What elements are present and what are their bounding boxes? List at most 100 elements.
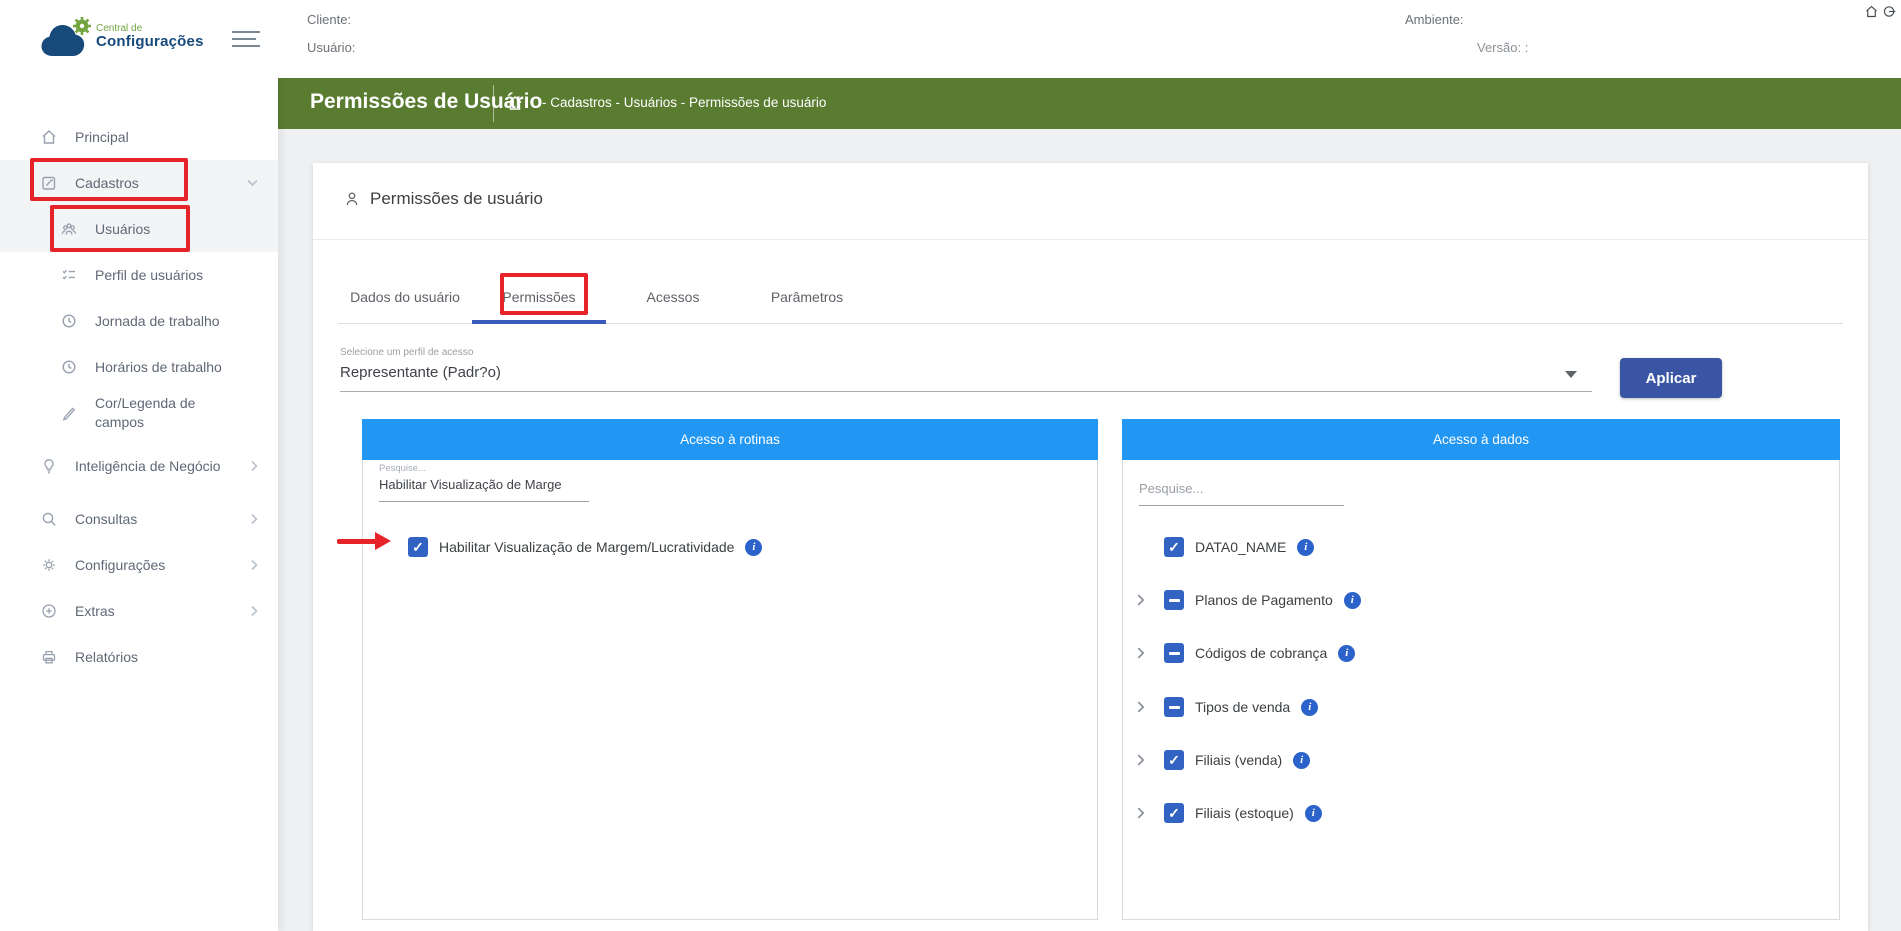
- sidebar-item-configuracoes[interactable]: Configurações: [0, 542, 278, 588]
- card-heading: Permissões de usuário: [343, 189, 543, 209]
- expand-chevron-icon[interactable]: [1137, 594, 1151, 606]
- chevron-right-icon: [251, 560, 258, 571]
- sidebar-item-perfil-de-usuarios[interactable]: Perfil de usuários: [0, 252, 278, 298]
- sidebar-item-label: Jornada de trabalho: [95, 312, 245, 331]
- data-row-filiais-estoque: Filiais (estoque) i: [1137, 801, 1322, 825]
- chevron-right-icon: [251, 606, 258, 617]
- environment-label: Ambiente:: [1405, 12, 1464, 27]
- routines-panel: Acesso à rotinas Pesquise... Habilitar V…: [362, 419, 1098, 920]
- search-icon: [40, 510, 58, 528]
- checkbox-indeterminate[interactable]: [1164, 643, 1184, 663]
- info-icon[interactable]: i: [1301, 699, 1318, 716]
- client-label: Cliente:: [307, 12, 351, 27]
- expand-chevron-icon[interactable]: [1137, 647, 1151, 659]
- sidebar-item-usuarios[interactable]: Usuários: [0, 206, 278, 252]
- chevron-down-icon: [247, 180, 258, 187]
- routines-search-field: [379, 476, 589, 502]
- profile-select-label: Selecione um perfil de acesso: [340, 347, 473, 358]
- profile-select-value[interactable]: Representante (Padr?o): [340, 364, 501, 381]
- users-group-icon: [60, 220, 78, 238]
- data-row-planos-de-pagamento: Planos de Pagamento i: [1137, 588, 1361, 612]
- data-search-input[interactable]: [1139, 481, 1344, 496]
- annotation-arrow: [337, 532, 393, 550]
- info-icon[interactable]: i: [1305, 805, 1322, 822]
- data-panel: Acesso à dados DATA0_NAME i Planos de Pa…: [1122, 419, 1840, 920]
- sidebar-item-cadastros[interactable]: Cadastros: [0, 160, 278, 206]
- tab-bar: Dados do usuário Permissões Acessos Parâ…: [338, 273, 1843, 324]
- routines-panel-title: Acesso à rotinas: [362, 419, 1098, 460]
- data-row-data0-name: DATA0_NAME i: [1137, 535, 1314, 559]
- data-row-filiais-venda: Filiais (venda) i: [1137, 748, 1310, 772]
- checkbox-checked[interactable]: [1164, 750, 1184, 770]
- info-icon[interactable]: i: [1297, 539, 1314, 556]
- checkbox-checked[interactable]: [1164, 537, 1184, 557]
- window-corner-icons: [1864, 4, 1897, 19]
- sidebar-item-label: Cadastros: [75, 174, 225, 193]
- sidebar-item-label: Perfil de usuários: [95, 266, 245, 285]
- breadcrumb-home-icon[interactable]: [506, 94, 524, 112]
- info-icon[interactable]: i: [1338, 645, 1355, 662]
- checkbox-checked[interactable]: [1164, 803, 1184, 823]
- tab-permissoes[interactable]: Permissões: [472, 273, 606, 324]
- logo-text: Central de Configurações: [96, 23, 204, 51]
- data-panel-title: Acesso à dados: [1122, 419, 1840, 460]
- top-bar: Central de Configurações Cliente: Usuári…: [0, 0, 1901, 78]
- breadcrumb: - Cadastros - Usuários - Permissões de u…: [542, 95, 826, 110]
- apply-button[interactable]: Aplicar: [1620, 358, 1722, 398]
- tab-acessos[interactable]: Acessos: [606, 273, 740, 324]
- heading-divider: [313, 239, 1868, 240]
- info-icon[interactable]: i: [1344, 592, 1361, 609]
- data-item-label: DATA0_NAME: [1195, 539, 1286, 555]
- expand-chevron-icon[interactable]: [1137, 754, 1151, 766]
- app-logo[interactable]: Central de Configurações: [38, 14, 204, 60]
- page-header: Permissões de Usuário - Cadastros - Usuá…: [278, 78, 1901, 129]
- pencil-icon: [60, 404, 78, 422]
- sidebar-expanded-section: Cadastros Usuários: [0, 160, 278, 252]
- checkbox-checked[interactable]: [408, 537, 428, 557]
- data-item-label: Filiais (estoque): [1195, 805, 1294, 821]
- menu-toggle-icon[interactable]: [232, 31, 260, 47]
- sidebar-item-label: Principal: [75, 128, 225, 147]
- person-icon: [343, 190, 361, 208]
- routines-search-input[interactable]: [379, 477, 589, 492]
- sidebar-item-principal[interactable]: Principal: [0, 114, 278, 160]
- clock-icon: [60, 358, 78, 376]
- sidebar-item-extras[interactable]: Extras: [0, 588, 278, 634]
- sidebar-item-cor-legenda-de-campos[interactable]: Cor/Legenda de campos: [0, 390, 278, 436]
- edit-icon: [40, 174, 58, 192]
- permissions-card: Permissões de usuário Dados do usuário P…: [313, 163, 1868, 931]
- sidebar-item-label: Usuários: [95, 220, 245, 239]
- profile-select-underline[interactable]: [340, 391, 1592, 392]
- expand-chevron-icon[interactable]: [1137, 701, 1151, 713]
- data-item-label: Planos de Pagamento: [1195, 592, 1333, 608]
- info-icon[interactable]: i: [745, 539, 762, 556]
- chevron-right-icon: [251, 461, 258, 472]
- header-divider: [493, 85, 494, 122]
- tab-dados-do-usuario[interactable]: Dados do usuário: [338, 273, 472, 324]
- info-icon[interactable]: i: [1293, 752, 1310, 769]
- card-title: Permissões de usuário: [370, 189, 543, 209]
- chevron-right-icon: [251, 514, 258, 525]
- app-screen: Central de Configurações Cliente: Usuári…: [0, 0, 1901, 931]
- sidebar-item-consultas[interactable]: Consultas: [0, 496, 278, 542]
- expand-chevron-icon[interactable]: [1137, 807, 1151, 819]
- printer-icon: [40, 648, 58, 666]
- tab-parametros[interactable]: Parâmetros: [740, 273, 874, 324]
- dropdown-arrow-icon[interactable]: [1565, 371, 1577, 378]
- checkbox-indeterminate[interactable]: [1164, 697, 1184, 717]
- lightbulb-icon: [40, 457, 58, 475]
- sidebar-item-jornada-de-trabalho[interactable]: Jornada de trabalho: [0, 298, 278, 344]
- sidebar-item-inteligencia-de-negocio[interactable]: Inteligência de Negócio: [0, 436, 278, 496]
- sidebar-item-relatorios[interactable]: Relatórios: [0, 634, 278, 680]
- checkbox-indeterminate[interactable]: [1164, 590, 1184, 610]
- routine-row-margem: Habilitar Visualização de Margem/Lucrati…: [408, 535, 762, 559]
- sidebar-item-label: Extras: [75, 602, 225, 621]
- user-label: Usuário:: [307, 40, 355, 55]
- sidebar-item-label: Inteligência de Negócio: [75, 457, 225, 476]
- data-item-label: Códigos de cobrança: [1195, 645, 1327, 661]
- cloud-gear-logo-icon: [38, 14, 92, 60]
- home-icon: [40, 128, 58, 146]
- logout-icon[interactable]: [1882, 4, 1897, 19]
- sidebar-item-horarios-de-trabalho[interactable]: Horários de trabalho: [0, 344, 278, 390]
- home-icon[interactable]: [1864, 4, 1879, 19]
